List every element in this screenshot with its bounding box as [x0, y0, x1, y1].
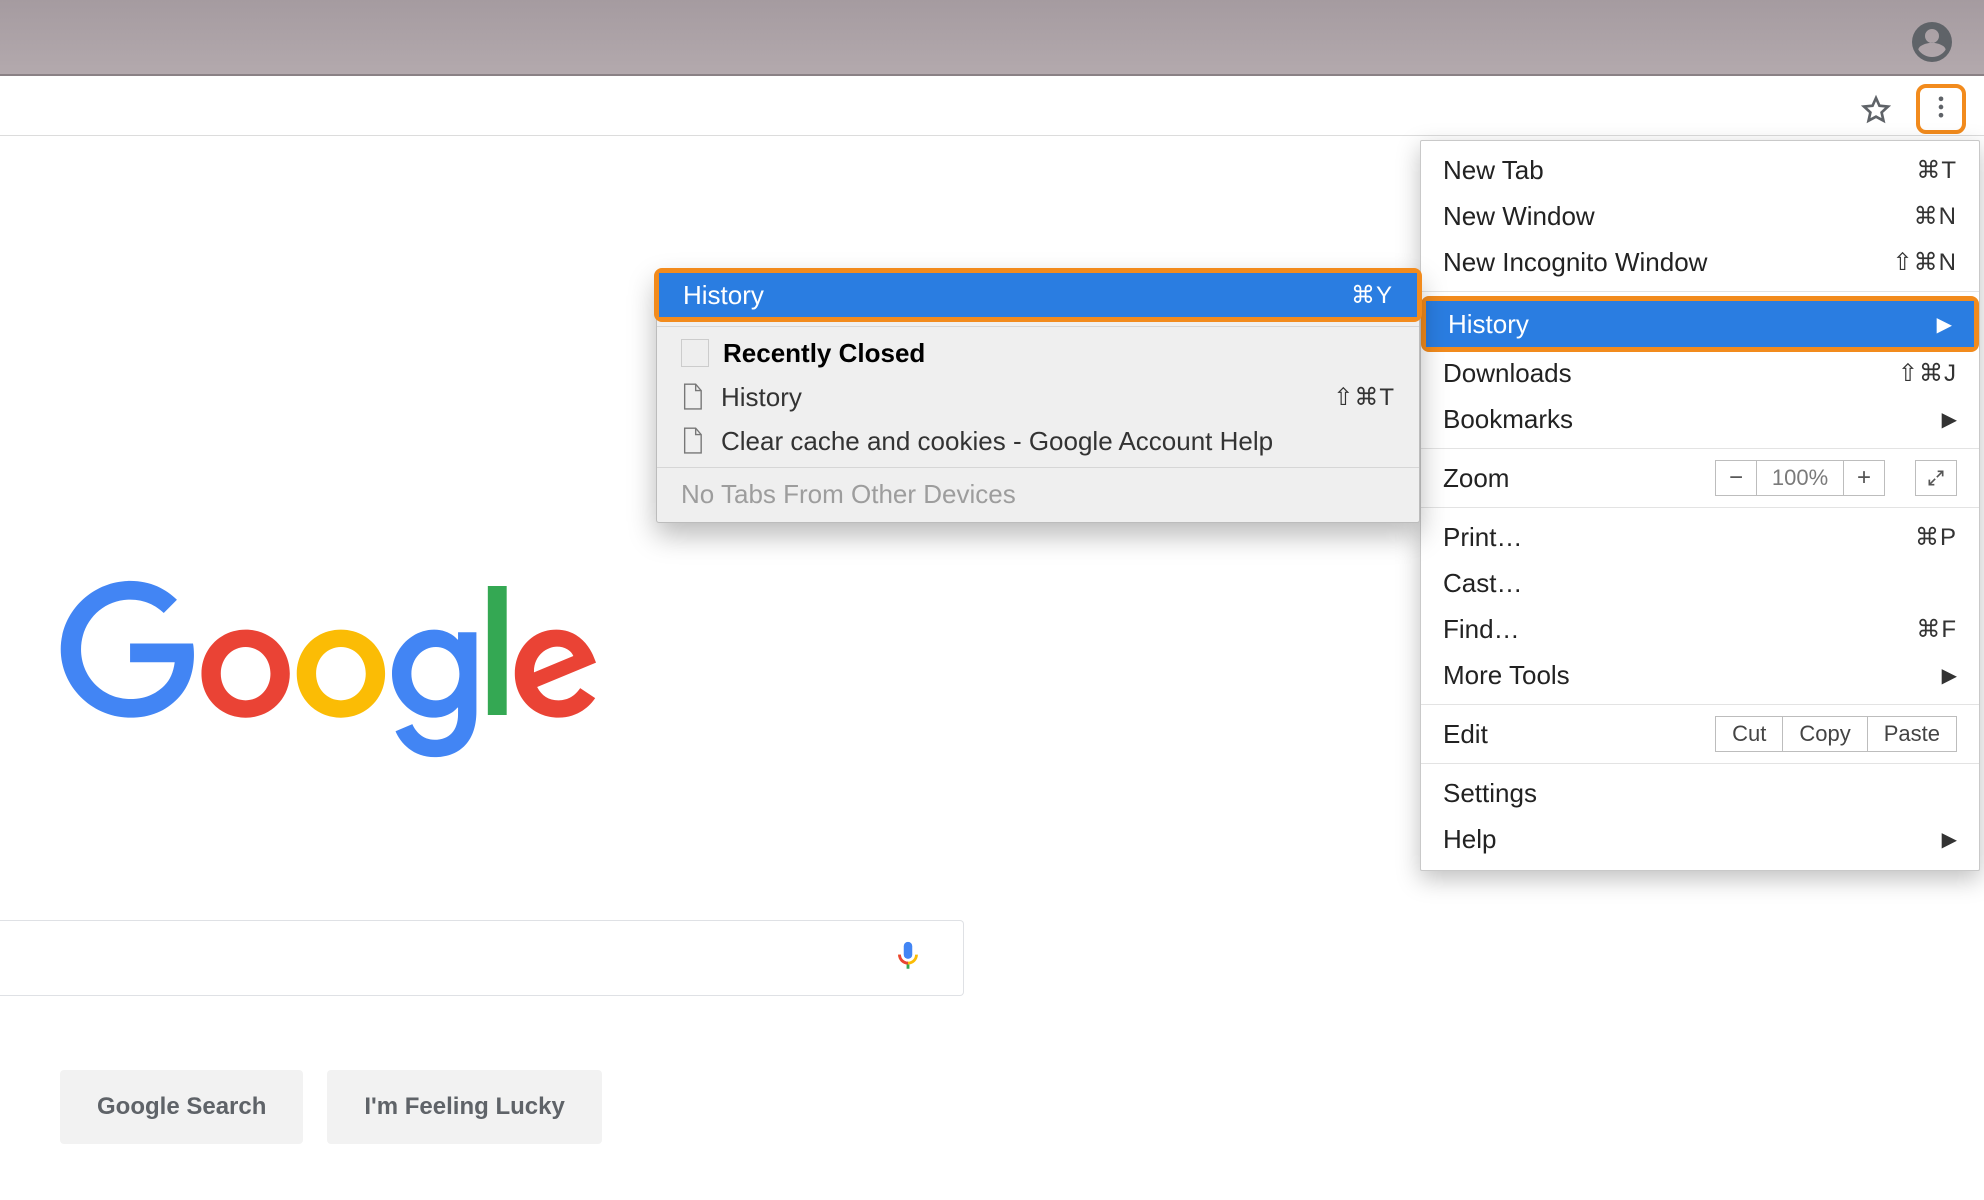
- menu-find[interactable]: Find… ⌘F: [1421, 606, 1979, 652]
- menu-item-label: History: [683, 280, 1351, 311]
- search-buttons-row: Google Search I'm Feeling Lucky: [60, 1070, 602, 1144]
- menu-item-label: Print…: [1443, 522, 1915, 553]
- submenu-recent-item-1[interactable]: Clear cache and cookies - Google Account…: [657, 419, 1419, 463]
- menu-item-label: History: [721, 382, 1333, 413]
- bookmark-star-icon[interactable]: [1860, 94, 1892, 126]
- edit-copy-button[interactable]: Copy: [1782, 716, 1867, 752]
- zoom-value: 100%: [1757, 460, 1843, 496]
- menu-separator: [657, 467, 1419, 468]
- submenu-arrow-icon: ▶: [1937, 312, 1952, 337]
- fullscreen-button[interactable]: [1915, 460, 1957, 496]
- menu-print[interactable]: Print… ⌘P: [1421, 514, 1979, 560]
- menu-item-label: More Tools: [1443, 660, 1942, 691]
- google-logo: [60, 580, 600, 768]
- menu-item-label: New Tab: [1443, 155, 1916, 186]
- menu-cast[interactable]: Cast…: [1421, 560, 1979, 606]
- chrome-main-menu: New Tab ⌘T New Window ⌘N New Incognito W…: [1420, 140, 1980, 871]
- submenu-recently-closed-header: Recently Closed: [657, 331, 1419, 375]
- submenu-recent-item-0[interactable]: History ⇧⌘T: [657, 375, 1419, 419]
- edit-cut-button[interactable]: Cut: [1715, 716, 1783, 752]
- window-titlebar: [0, 0, 1984, 76]
- menu-item-label: New Incognito Window: [1443, 247, 1893, 278]
- menu-new-incognito[interactable]: New Incognito Window ⇧⌘N: [1421, 239, 1979, 285]
- menu-item-label: Downloads: [1443, 358, 1898, 389]
- feeling-lucky-button[interactable]: I'm Feeling Lucky: [327, 1070, 601, 1144]
- menu-new-window[interactable]: New Window ⌘N: [1421, 193, 1979, 239]
- menu-item-label: History: [1448, 309, 1937, 340]
- menu-history[interactable]: History ▶: [1426, 301, 1974, 347]
- menu-separator: [1421, 763, 1979, 764]
- menu-item-label: Settings: [1443, 778, 1957, 809]
- page-favicon-icon: [681, 383, 703, 411]
- menu-bookmarks[interactable]: Bookmarks ▶: [1421, 396, 1979, 442]
- submenu-no-tabs-other-devices: No Tabs From Other Devices: [657, 472, 1419, 516]
- submenu-history[interactable]: History ⌘Y: [659, 273, 1417, 317]
- menu-item-label: Zoom: [1443, 463, 1715, 494]
- history-submenu: History ⌘Y Recently Closed History ⇧⌘T C…: [656, 270, 1420, 523]
- menu-item-shortcut: ⇧⌘N: [1893, 248, 1957, 277]
- annotation-history-item-highlight: History ⌘Y: [654, 268, 1422, 322]
- menu-item-label: Clear cache and cookies - Google Account…: [721, 426, 1395, 457]
- annotation-history-highlight: History ▶: [1421, 296, 1979, 352]
- menu-item-shortcut: ⇧⌘T: [1333, 383, 1395, 412]
- menu-separator: [1421, 704, 1979, 705]
- menu-item-label: Recently Closed: [723, 338, 1395, 369]
- menu-item-label: Cast…: [1443, 568, 1957, 599]
- submenu-arrow-icon: ▶: [1942, 407, 1957, 432]
- menu-settings[interactable]: Settings: [1421, 770, 1979, 816]
- menu-separator: [1421, 291, 1979, 292]
- kebab-menu-icon[interactable]: [1927, 93, 1955, 126]
- menu-downloads[interactable]: Downloads ⇧⌘J: [1421, 350, 1979, 396]
- menu-item-shortcut: ⌘N: [1914, 202, 1957, 231]
- menu-zoom: Zoom − 100% +: [1421, 455, 1979, 501]
- menu-edit: Edit Cut Copy Paste: [1421, 711, 1979, 757]
- google-search-button[interactable]: Google Search: [60, 1070, 303, 1144]
- zoom-out-button[interactable]: −: [1715, 460, 1757, 496]
- annotation-kebab-highlight: [1916, 84, 1966, 134]
- menu-item-shortcut: ⌘Y: [1351, 281, 1393, 310]
- menu-separator: [657, 326, 1419, 327]
- menu-item-label: Help: [1443, 824, 1942, 855]
- menu-item-label: Bookmarks: [1443, 404, 1942, 435]
- menu-item-shortcut: ⌘T: [1916, 156, 1957, 185]
- menu-item-shortcut: ⌘F: [1916, 615, 1957, 644]
- menu-item-shortcut: ⌘P: [1915, 523, 1957, 552]
- page-favicon-icon: [681, 427, 703, 455]
- menu-more-tools[interactable]: More Tools ▶: [1421, 652, 1979, 698]
- menu-help[interactable]: Help ▶: [1421, 816, 1979, 862]
- profile-avatar-icon[interactable]: [1908, 18, 1956, 66]
- menu-item-shortcut: ⇧⌘J: [1898, 359, 1957, 388]
- browser-toolbar: [0, 80, 1984, 136]
- menu-item-label: No Tabs From Other Devices: [681, 479, 1395, 510]
- menu-separator: [1421, 448, 1979, 449]
- menu-item-label: Find…: [1443, 614, 1916, 645]
- menu-separator: [1421, 507, 1979, 508]
- menu-item-label: Edit: [1443, 719, 1716, 750]
- search-input[interactable]: [0, 920, 964, 996]
- zoom-in-button[interactable]: +: [1843, 460, 1885, 496]
- voice-search-icon[interactable]: [891, 939, 925, 981]
- submenu-arrow-icon: ▶: [1942, 827, 1957, 852]
- edit-paste-button[interactable]: Paste: [1867, 716, 1957, 752]
- menu-item-label: New Window: [1443, 201, 1914, 232]
- menu-new-tab[interactable]: New Tab ⌘T: [1421, 147, 1979, 193]
- blank-favicon-icon: [681, 339, 709, 367]
- submenu-arrow-icon: ▶: [1942, 663, 1957, 688]
